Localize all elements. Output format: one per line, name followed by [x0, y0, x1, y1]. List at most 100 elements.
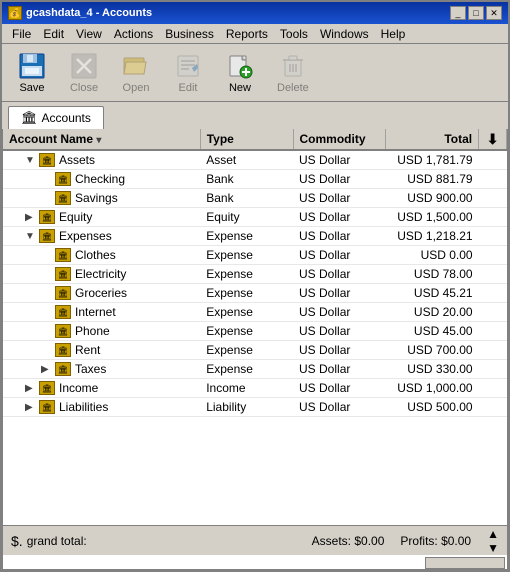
- new-button[interactable]: New: [216, 47, 264, 99]
- table-row[interactable]: 🏛 Checking Bank US Dollar USD 881.79: [3, 170, 507, 189]
- table-row[interactable]: ▶ 🏛 Income Income US Dollar USD 1,000.00: [3, 379, 507, 398]
- account-name-cell-9: 🏛 Phone: [3, 322, 200, 341]
- expand-icon-3[interactable]: ▶: [25, 212, 37, 223]
- open-button[interactable]: Open: [112, 47, 160, 99]
- account-commodity-2: US Dollar: [293, 189, 386, 208]
- account-total-2: USD 900.00: [386, 189, 479, 208]
- close-button[interactable]: ✕: [486, 6, 502, 20]
- menu-edit[interactable]: Edit: [37, 26, 70, 42]
- menu-tools[interactable]: Tools: [274, 26, 314, 42]
- expand-icon-4[interactable]: ▼: [25, 231, 37, 242]
- account-total-10: USD 700.00: [386, 341, 479, 360]
- account-total-13: USD 500.00: [386, 398, 479, 417]
- account-type-13: Liability: [200, 398, 293, 417]
- close-button[interactable]: Close: [60, 47, 108, 99]
- close-label: Close: [70, 82, 98, 94]
- account-name-2: Savings: [75, 191, 118, 205]
- table-header-row: Account Name ▾ Type Commodity Total ⬇: [3, 129, 507, 150]
- menu-actions[interactable]: Actions: [108, 26, 159, 42]
- tab-bar: 🏛 Accounts: [2, 102, 508, 129]
- toolbar: Save Close Open: [2, 44, 508, 102]
- table-row[interactable]: 🏛 Phone Expense US Dollar USD 45.00: [3, 322, 507, 341]
- expand-icon-0[interactable]: ▼: [25, 155, 37, 166]
- account-name-11: Taxes: [75, 362, 106, 376]
- open-label: Open: [123, 82, 150, 94]
- grand-total-label: grand total:: [27, 534, 87, 548]
- expand-icon-13[interactable]: ▶: [25, 402, 37, 413]
- account-type-1: Bank: [200, 170, 293, 189]
- content-area: Account Name ▾ Type Commodity Total ⬇: [2, 129, 508, 570]
- maximize-button[interactable]: □: [468, 6, 484, 20]
- account-type-5: Expense: [200, 246, 293, 265]
- account-name-6: Electricity: [75, 267, 126, 281]
- tab-accounts[interactable]: 🏛 Accounts: [8, 106, 104, 129]
- edit-button[interactable]: Edit: [164, 47, 212, 99]
- table-row[interactable]: 🏛 Groceries Expense US Dollar USD 45.21: [3, 284, 507, 303]
- menu-file[interactable]: File: [6, 26, 37, 42]
- status-bar: $. grand total: Assets: $0.00 Profits: $…: [3, 525, 507, 555]
- account-name-5: Clothes: [75, 248, 116, 262]
- account-name-10: Rent: [75, 343, 100, 357]
- menu-business[interactable]: Business: [159, 26, 220, 42]
- table-row[interactable]: 🏛 Clothes Expense US Dollar USD 0.00: [3, 246, 507, 265]
- account-name-cell-11: ▶ 🏛 Taxes: [3, 360, 200, 379]
- table-row[interactable]: 🏛 Electricity Expense US Dollar USD 78.0…: [3, 265, 507, 284]
- column-header-total[interactable]: Total: [386, 129, 479, 150]
- account-name-8: Internet: [75, 305, 116, 319]
- save-button[interactable]: Save: [8, 47, 56, 99]
- table-row[interactable]: 🏛 Internet Expense US Dollar USD 20.00: [3, 303, 507, 322]
- close-icon: [70, 52, 98, 80]
- account-icon-1: 🏛: [55, 172, 71, 186]
- account-name-cell-6: 🏛 Electricity: [3, 265, 200, 284]
- expand-icon-12[interactable]: ▶: [25, 383, 37, 394]
- account-commodity-6: US Dollar: [293, 265, 386, 284]
- title-buttons: _ □ ✕: [450, 6, 502, 20]
- menu-help[interactable]: Help: [375, 26, 412, 42]
- account-sort-7: [479, 284, 507, 303]
- column-header-name[interactable]: Account Name ▾: [3, 129, 200, 150]
- account-name-cell-12: ▶ 🏛 Income: [3, 379, 200, 398]
- expand-icon-11[interactable]: ▶: [41, 364, 53, 375]
- account-sort-2: [479, 189, 507, 208]
- tab-accounts-label: Accounts: [42, 111, 91, 125]
- table-row[interactable]: ▶ 🏛 Equity Equity US Dollar USD 1,500.00: [3, 208, 507, 227]
- menu-reports[interactable]: Reports: [220, 26, 274, 42]
- column-header-sort[interactable]: ⬇: [479, 129, 507, 150]
- account-table[interactable]: Account Name ▾ Type Commodity Total ⬇: [3, 129, 507, 525]
- account-icon-6: 🏛: [55, 267, 71, 281]
- table-row[interactable]: 🏛 Rent Expense US Dollar USD 700.00: [3, 341, 507, 360]
- account-name-header: Account Name: [9, 132, 93, 146]
- table-row[interactable]: ▼ 🏛 Expenses Expense US Dollar USD 1,218…: [3, 227, 507, 246]
- account-name-7: Groceries: [75, 286, 127, 300]
- status-right: Assets: $0.00 Profits: $0.00 ▲▼: [312, 527, 499, 555]
- account-commodity-13: US Dollar: [293, 398, 386, 417]
- account-commodity-9: US Dollar: [293, 322, 386, 341]
- account-icon-0: 🏛: [39, 153, 55, 167]
- status-left: $. grand total:: [11, 533, 87, 549]
- main-window: 💰 gcashdata_4 - Accounts _ □ ✕ File Edit…: [0, 0, 510, 572]
- grand-total-icon: $.: [11, 533, 23, 549]
- menu-windows[interactable]: Windows: [314, 26, 375, 42]
- minimize-button[interactable]: _: [450, 6, 466, 20]
- table-row[interactable]: ▶ 🏛 Taxes Expense US Dollar USD 330.00: [3, 360, 507, 379]
- table-row[interactable]: ▶ 🏛 Liabilities Liability US Dollar USD …: [3, 398, 507, 417]
- account-name-cell-13: ▶ 🏛 Liabilities: [3, 398, 200, 417]
- account-name-cell-5: 🏛 Clothes: [3, 246, 200, 265]
- account-commodity-10: US Dollar: [293, 341, 386, 360]
- tab-accounts-icon: 🏛: [21, 110, 38, 126]
- account-icon-13: 🏛: [39, 400, 55, 414]
- column-header-type[interactable]: Type: [200, 129, 293, 150]
- account-commodity-3: US Dollar: [293, 208, 386, 227]
- delete-button[interactable]: Delete: [268, 47, 318, 99]
- menu-view[interactable]: View: [70, 26, 108, 42]
- table-row[interactable]: 🏛 Savings Bank US Dollar USD 900.00: [3, 189, 507, 208]
- account-icon-12: 🏛: [39, 381, 55, 395]
- table-row[interactable]: ▼ 🏛 Assets Asset US Dollar USD 1,781.79: [3, 150, 507, 170]
- column-header-commodity[interactable]: Commodity: [293, 129, 386, 150]
- horizontal-scrollbar[interactable]: [425, 557, 505, 569]
- sort-name-icon[interactable]: ▾: [96, 135, 101, 146]
- delete-icon: [279, 52, 307, 80]
- delete-label: Delete: [277, 82, 309, 94]
- account-name-3: Equity: [59, 210, 92, 224]
- status-arrow-up[interactable]: ▲▼: [487, 527, 499, 555]
